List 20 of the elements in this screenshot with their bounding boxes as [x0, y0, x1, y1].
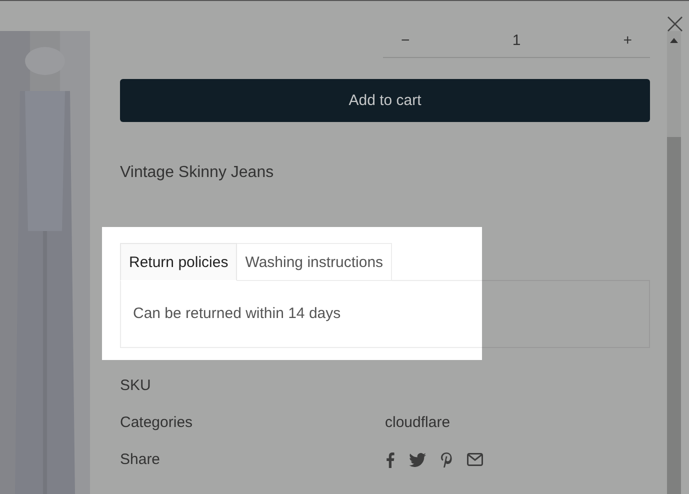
facebook-icon[interactable]	[385, 452, 395, 468]
category-link[interactable]: cloudflare	[385, 414, 450, 431]
meta-label: Categories	[120, 414, 194, 431]
meta-label: Share	[120, 451, 162, 468]
tab-content: Can be returned within 14 days	[133, 305, 341, 323]
scrollbar[interactable]	[667, 31, 681, 494]
quantity-value[interactable]: 1	[512, 32, 521, 49]
tab[interactable]: Washing instructions	[237, 243, 392, 281]
decrease-button[interactable]: −	[383, 32, 428, 49]
pinterest-icon[interactable]	[440, 452, 453, 468]
product-name: Vintage Skinny Jeans	[120, 164, 275, 182]
meta-label: SKU	[120, 377, 152, 394]
scrollbar-thumb[interactable]	[667, 137, 681, 494]
add-to-cart-button[interactable]: Add to cart	[120, 79, 650, 122]
scroll-up-icon[interactable]	[670, 38, 678, 43]
increase-button[interactable]: +	[605, 32, 650, 49]
tab[interactable]: Return policies	[120, 243, 238, 281]
close-icon[interactable]	[667, 16, 683, 32]
mail-icon[interactable]	[467, 453, 483, 466]
twitter-icon[interactable]	[409, 452, 426, 466]
